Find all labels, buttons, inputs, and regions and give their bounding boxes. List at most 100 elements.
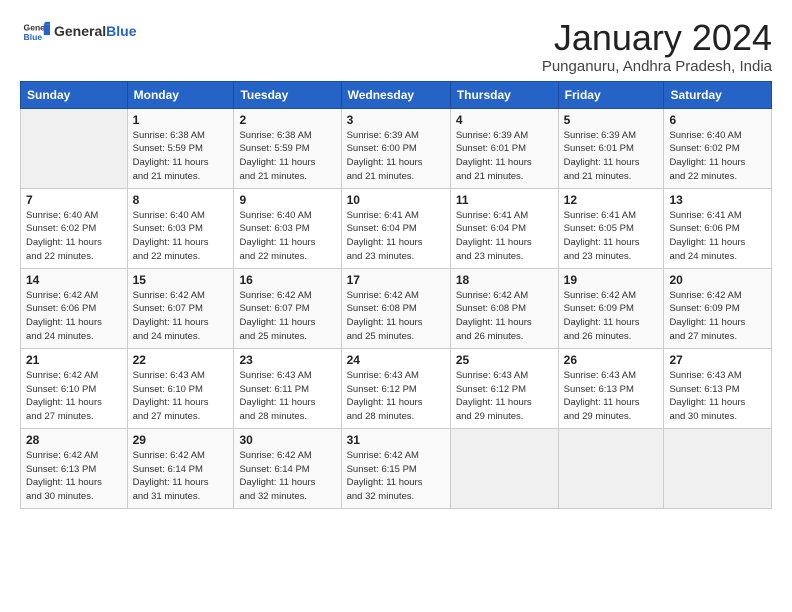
day-number: 5: [564, 113, 659, 127]
day-info: Sunrise: 6:41 AM Sunset: 6:04 PM Dayligh…: [456, 209, 553, 264]
calendar-cell: [558, 428, 664, 508]
day-number: 7: [26, 193, 122, 207]
day-number: 4: [456, 113, 553, 127]
day-info: Sunrise: 6:43 AM Sunset: 6:10 PM Dayligh…: [133, 369, 229, 424]
title-block: January 2024 Punganuru, Andhra Pradesh, …: [542, 18, 772, 75]
day-info: Sunrise: 6:43 AM Sunset: 6:12 PM Dayligh…: [456, 369, 553, 424]
day-info: Sunrise: 6:42 AM Sunset: 6:09 PM Dayligh…: [564, 289, 659, 344]
day-number: 20: [669, 273, 766, 287]
day-number: 14: [26, 273, 122, 287]
col-wednesday: Wednesday: [341, 81, 450, 108]
calendar-cell: 18 Sunrise: 6:42 AM Sunset: 6:08 PM Dayli…: [450, 268, 558, 348]
calendar-cell: 6 Sunrise: 6:40 AM Sunset: 6:02 PM Daylig…: [664, 108, 772, 188]
day-number: 31: [347, 433, 445, 447]
calendar-cell: 14 Sunrise: 6:42 AM Sunset: 6:06 PM Dayli…: [21, 268, 128, 348]
day-info: Sunrise: 6:43 AM Sunset: 6:13 PM Dayligh…: [564, 369, 659, 424]
calendar-cell: 21 Sunrise: 6:42 AM Sunset: 6:10 PM Dayli…: [21, 348, 128, 428]
day-info: Sunrise: 6:41 AM Sunset: 6:04 PM Dayligh…: [347, 209, 445, 264]
calendar-cell: 17Sunrise: 6:42 AM Sunset: 6:08 PM Dayli…: [341, 268, 450, 348]
day-info: Sunrise: 6:43 AM Sunset: 6:11 PM Dayligh…: [239, 369, 335, 424]
col-monday: Monday: [127, 81, 234, 108]
day-info: Sunrise: 6:43 AM Sunset: 6:12 PM Dayligh…: [347, 369, 445, 424]
calendar-cell: 15 Sunrise: 6:42 AM Sunset: 6:07 PM Dayli…: [127, 268, 234, 348]
day-number: 9: [239, 193, 335, 207]
day-number: 6: [669, 113, 766, 127]
day-info: Sunrise: 6:39 AM Sunset: 6:00 PM Dayligh…: [347, 129, 445, 184]
calendar-cell: 9 Sunrise: 6:40 AM Sunset: 6:03 PM Daylig…: [234, 188, 341, 268]
calendar-cell: 13 Sunrise: 6:41 AM Sunset: 6:06 PM Dayli…: [664, 188, 772, 268]
calendar-cell: 27 Sunrise: 6:43 AM Sunset: 6:13 PM Dayli…: [664, 348, 772, 428]
day-number: 21: [26, 353, 122, 367]
day-info: Sunrise: 6:42 AM Sunset: 6:09 PM Dayligh…: [669, 289, 766, 344]
day-number: 2: [239, 113, 335, 127]
col-friday: Friday: [558, 81, 664, 108]
day-number: 18: [456, 273, 553, 287]
calendar-cell: 5 Sunrise: 6:39 AM Sunset: 6:01 PM Daylig…: [558, 108, 664, 188]
logo-blue: Blue: [106, 23, 136, 39]
day-info: Sunrise: 6:40 AM Sunset: 6:03 PM Dayligh…: [133, 209, 229, 264]
day-number: 26: [564, 353, 659, 367]
day-info: Sunrise: 6:38 AM Sunset: 5:59 PM Dayligh…: [133, 129, 229, 184]
calendar-week-row: 1 Sunrise: 6:38 AM Sunset: 5:59 PM Daylig…: [21, 108, 772, 188]
day-info: Sunrise: 6:39 AM Sunset: 6:01 PM Dayligh…: [456, 129, 553, 184]
day-number: 28: [26, 433, 122, 447]
calendar-cell: 23 Sunrise: 6:43 AM Sunset: 6:11 PM Dayli…: [234, 348, 341, 428]
day-info: Sunrise: 6:42 AM Sunset: 6:10 PM Dayligh…: [26, 369, 122, 424]
calendar-cell: 7 Sunrise: 6:40 AM Sunset: 6:02 PM Daylig…: [21, 188, 128, 268]
calendar-cell: 16 Sunrise: 6:42 AM Sunset: 6:07 PM Dayli…: [234, 268, 341, 348]
col-thursday: Thursday: [450, 81, 558, 108]
day-info: Sunrise: 6:42 AM Sunset: 6:06 PM Dayligh…: [26, 289, 122, 344]
month-year-title: January 2024: [542, 18, 772, 58]
calendar-cell: [450, 428, 558, 508]
calendar-cell: 30Sunrise: 6:42 AM Sunset: 6:14 PM Dayli…: [234, 428, 341, 508]
day-number: 16: [239, 273, 335, 287]
svg-text:Blue: Blue: [24, 32, 43, 42]
col-sunday: Sunday: [21, 81, 128, 108]
calendar-cell: 28Sunrise: 6:42 AM Sunset: 6:13 PM Dayli…: [21, 428, 128, 508]
day-number: 1: [133, 113, 229, 127]
calendar-cell: 12Sunrise: 6:41 AM Sunset: 6:05 PM Dayli…: [558, 188, 664, 268]
day-number: 13: [669, 193, 766, 207]
day-info: Sunrise: 6:39 AM Sunset: 6:01 PM Dayligh…: [564, 129, 659, 184]
calendar-cell: 22Sunrise: 6:43 AM Sunset: 6:10 PM Dayli…: [127, 348, 234, 428]
col-tuesday: Tuesday: [234, 81, 341, 108]
day-info: Sunrise: 6:42 AM Sunset: 6:07 PM Dayligh…: [133, 289, 229, 344]
day-number: 29: [133, 433, 229, 447]
calendar-cell: 11 Sunrise: 6:41 AM Sunset: 6:04 PM Dayli…: [450, 188, 558, 268]
day-info: Sunrise: 6:42 AM Sunset: 6:14 PM Dayligh…: [133, 449, 229, 504]
calendar-week-row: 28Sunrise: 6:42 AM Sunset: 6:13 PM Dayli…: [21, 428, 772, 508]
calendar-cell: 20 Sunrise: 6:42 AM Sunset: 6:09 PM Dayli…: [664, 268, 772, 348]
day-number: 24: [347, 353, 445, 367]
day-info: Sunrise: 6:43 AM Sunset: 6:13 PM Dayligh…: [669, 369, 766, 424]
day-info: Sunrise: 6:42 AM Sunset: 6:15 PM Dayligh…: [347, 449, 445, 504]
calendar-cell: 10 Sunrise: 6:41 AM Sunset: 6:04 PM Dayli…: [341, 188, 450, 268]
calendar-cell: 25 Sunrise: 6:43 AM Sunset: 6:12 PM Dayli…: [450, 348, 558, 428]
calendar-cell: 4 Sunrise: 6:39 AM Sunset: 6:01 PM Daylig…: [450, 108, 558, 188]
calendar-cell: 29 Sunrise: 6:42 AM Sunset: 6:14 PM Dayli…: [127, 428, 234, 508]
calendar-cell: 3 Sunrise: 6:39 AM Sunset: 6:00 PM Daylig…: [341, 108, 450, 188]
day-number: 10: [347, 193, 445, 207]
day-info: Sunrise: 6:41 AM Sunset: 6:06 PM Dayligh…: [669, 209, 766, 264]
day-number: 23: [239, 353, 335, 367]
day-info: Sunrise: 6:40 AM Sunset: 6:02 PM Dayligh…: [669, 129, 766, 184]
calendar-cell: 1 Sunrise: 6:38 AM Sunset: 5:59 PM Daylig…: [127, 108, 234, 188]
day-number: 15: [133, 273, 229, 287]
day-number: 11: [456, 193, 553, 207]
calendar-cell: 8 Sunrise: 6:40 AM Sunset: 6:03 PM Daylig…: [127, 188, 234, 268]
day-info: Sunrise: 6:42 AM Sunset: 6:07 PM Dayligh…: [239, 289, 335, 344]
day-number: 3: [347, 113, 445, 127]
page: General Blue GeneralBlue January 2024 Pu…: [0, 0, 792, 519]
day-number: 12: [564, 193, 659, 207]
logo-general: General: [54, 23, 106, 39]
calendar-table: Sunday Monday Tuesday Wednesday Thursday…: [20, 81, 772, 509]
calendar-week-row: 21 Sunrise: 6:42 AM Sunset: 6:10 PM Dayli…: [21, 348, 772, 428]
day-number: 27: [669, 353, 766, 367]
day-info: Sunrise: 6:42 AM Sunset: 6:08 PM Dayligh…: [456, 289, 553, 344]
day-number: 25: [456, 353, 553, 367]
calendar-cell: 24 Sunrise: 6:43 AM Sunset: 6:12 PM Dayli…: [341, 348, 450, 428]
day-info: Sunrise: 6:40 AM Sunset: 6:03 PM Dayligh…: [239, 209, 335, 264]
calendar-cell: 31 Sunrise: 6:42 AM Sunset: 6:15 PM Dayli…: [341, 428, 450, 508]
day-number: 8: [133, 193, 229, 207]
day-info: Sunrise: 6:40 AM Sunset: 6:02 PM Dayligh…: [26, 209, 122, 264]
calendar-week-row: 7 Sunrise: 6:40 AM Sunset: 6:02 PM Daylig…: [21, 188, 772, 268]
